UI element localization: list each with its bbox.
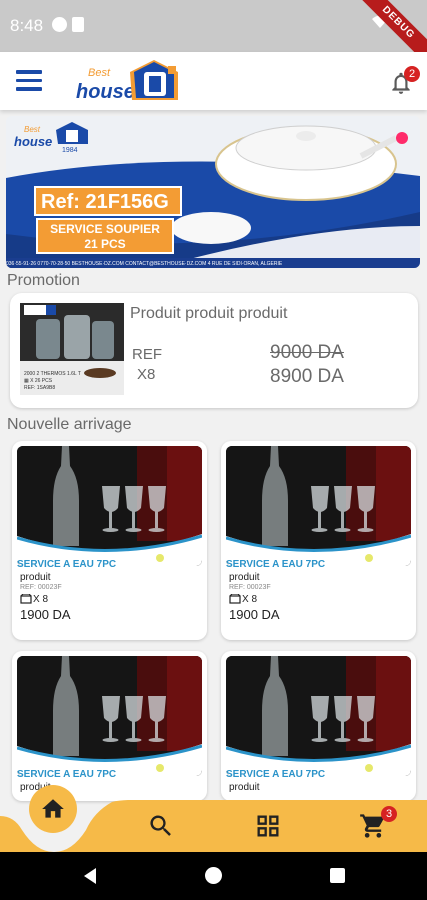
promotion-card[interactable]: 2000 2 THERMOS 1.6L T ▦ X 26 PCS REF: 1S… xyxy=(10,293,418,408)
menu-icon[interactable] xyxy=(16,70,42,92)
svg-text:▦ X 26 PCS: ▦ X 26 PCS xyxy=(24,378,53,384)
product-name: SERVICE A EAU 7PC xyxy=(17,559,117,570)
notification-count-badge: 2 xyxy=(404,66,420,82)
product-quantity: X 8 xyxy=(242,594,258,605)
product-name: SERVICE A EAU 7PC xyxy=(226,559,326,570)
svg-text:Best: Best xyxy=(88,67,111,79)
recents-icon[interactable] xyxy=(330,868,345,883)
carousel-indicator xyxy=(396,132,408,144)
home-system-icon[interactable] xyxy=(205,867,222,884)
nav-categories-button[interactable] xyxy=(254,812,282,840)
product-image xyxy=(226,446,411,566)
product-name: SERVICE A EAU 7PC xyxy=(17,769,117,780)
product-card[interactable]: SERVICE A EAU 7PC produit REF: 00023F X … xyxy=(221,441,416,640)
product-card[interactable]: SERVICE A EAU 7PC produit REF: 00023F X … xyxy=(12,441,207,640)
product-card[interactable]: SERVICE A EAU 7PC produit xyxy=(12,651,207,801)
package-icon xyxy=(229,594,241,604)
promotion-quantity: X8 xyxy=(137,366,156,383)
promotion-product-image: 2000 2 THERMOS 1.6L T ▦ X 26 PCS REF: 1S… xyxy=(20,303,124,395)
banner-ref-box: Ref: 21F156G xyxy=(34,186,182,216)
app-bar: Best house 2 xyxy=(0,52,427,110)
svg-text:2000 2 THERMOS 1.6L T: 2000 2 THERMOS 1.6L T xyxy=(24,371,81,377)
grid-icon xyxy=(257,815,279,837)
banner-ref: Ref: 21F156G xyxy=(41,191,169,213)
product-image xyxy=(17,446,202,566)
banner-contact-text: 036·55·91·26 0770·70·28·50 BESTHOUSE·DZ.… xyxy=(6,261,283,267)
banner-title-line1: SERVICE SOUPIER xyxy=(50,222,160,236)
product-price: 1900 DA xyxy=(20,607,71,622)
product-label: produit xyxy=(229,572,260,583)
sd-card-icon xyxy=(72,17,84,32)
app-notification-icon xyxy=(52,17,67,32)
back-icon[interactable] xyxy=(80,866,100,886)
status-time: 8:48 xyxy=(10,16,44,35)
product-image xyxy=(17,656,202,776)
banner-logo: Best house 1984 xyxy=(12,120,92,154)
banner-title-line2: 21 PCS xyxy=(84,237,126,251)
product-ref: REF: 00023F xyxy=(20,584,62,591)
package-icon xyxy=(20,594,32,604)
svg-text:Best: Best xyxy=(24,125,41,134)
product-quantity: X 8 xyxy=(33,594,49,605)
nav-home-button[interactable] xyxy=(29,785,77,833)
status-bar: 8:48 DEBUG xyxy=(0,0,427,76)
product-image xyxy=(226,656,411,776)
home-icon xyxy=(42,799,64,818)
nav-search-button[interactable] xyxy=(147,812,175,840)
promotion-old-price: 9000 DA xyxy=(270,342,344,363)
notifications-button[interactable]: 2 xyxy=(388,66,420,96)
promotion-title: Promotion xyxy=(7,272,80,289)
new-arrivals-title: Nouvelle arrivage xyxy=(7,416,132,433)
svg-text:1984: 1984 xyxy=(62,147,78,154)
product-name: SERVICE A EAU 7PC xyxy=(226,769,326,780)
promotion-product-name: Produit produit produit xyxy=(130,305,288,322)
svg-text:house: house xyxy=(76,81,135,103)
promo-banner[interactable]: Best house 1984 Ref: 21F156G SERVICE SOU… xyxy=(6,116,420,268)
product-price: 1900 DA xyxy=(229,607,280,622)
promotion-new-price: 8900 DA xyxy=(270,366,344,387)
cart-count-badge: 3 xyxy=(381,806,397,822)
product-card[interactable]: SERVICE A EAU 7PC produit xyxy=(221,651,416,801)
best-house-logo: Best house xyxy=(74,56,184,106)
system-navigation-bar xyxy=(0,852,427,900)
promotion-ref-label: REF xyxy=(132,346,162,363)
svg-text:REF: 1SA9B8: REF: 1SA9B8 xyxy=(24,385,55,391)
product-label: produit xyxy=(20,572,51,583)
banner-product-title: SERVICE SOUPIER 21 PCS xyxy=(36,218,174,254)
search-icon xyxy=(150,815,171,836)
svg-text:house: house xyxy=(14,134,52,149)
nav-cart-button[interactable]: 3 xyxy=(359,806,397,840)
product-label: produit xyxy=(229,782,260,793)
product-ref: REF: 00023F xyxy=(229,584,271,591)
